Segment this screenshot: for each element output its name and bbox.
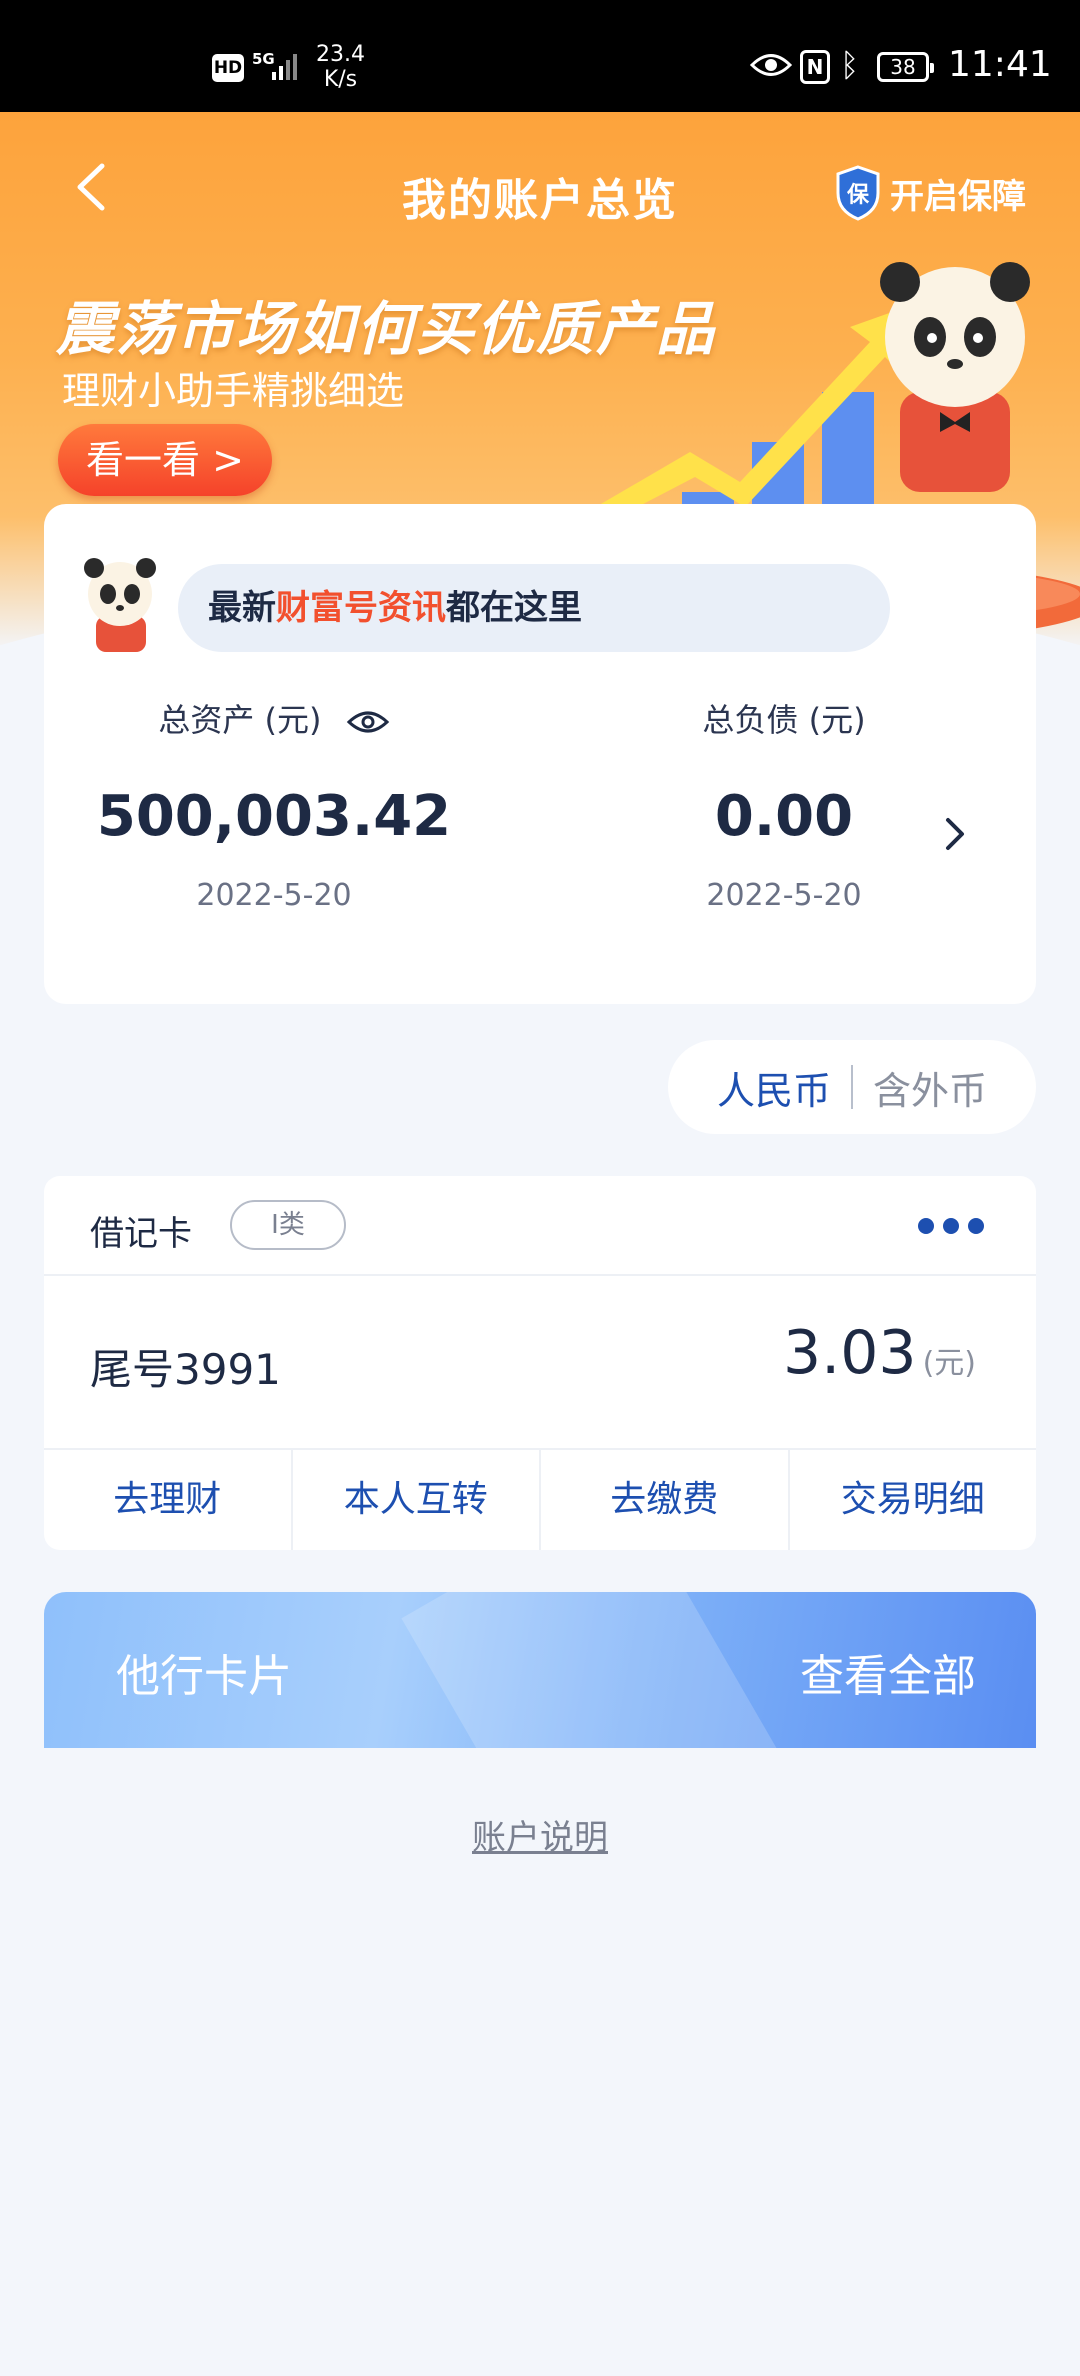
self-transfer-button[interactable]: 本人互转	[293, 1450, 541, 1550]
network-speed: 23.4 K/s	[316, 42, 365, 92]
transaction-details-button[interactable]: 交易明细	[790, 1450, 1037, 1550]
total-debt: 总负债 (元) 0.00 2022-5-20	[574, 700, 994, 913]
currency-fx-tab[interactable]: 含外币	[873, 1060, 987, 1115]
more-icon[interactable]	[916, 1216, 986, 1236]
total-assets-date: 2022-5-20	[196, 878, 352, 913]
view-all-button[interactable]: 查看全部	[800, 1640, 976, 1704]
promo-subtitle: 理财小助手精挑细选	[62, 369, 405, 413]
news-suffix: 都在这里	[446, 588, 582, 628]
card-balance: 3.03 (元)	[783, 1318, 976, 1388]
nfc-icon: N	[800, 50, 830, 84]
total-assets-label-row: 总资产 (元)	[64, 700, 484, 740]
bluetooth-icon: ᛒ	[840, 46, 860, 84]
chevron-right-icon[interactable]	[940, 812, 970, 856]
panda-mascot-illustration	[880, 262, 1030, 492]
total-debt-value: 0.00	[714, 784, 854, 849]
card-tail-number: 尾号3991	[90, 1345, 281, 1394]
total-debt-date: 2022-5-20	[706, 878, 862, 913]
debit-card[interactable]: 借记卡 I类 尾号3991 3.03 (元) 去理财 本人互转 去缴费 交易明细	[44, 1176, 1036, 1550]
debit-card-header: 借记卡 I类	[44, 1176, 1036, 1276]
svg-text:保: 保	[846, 183, 870, 208]
news-row[interactable]: 最新财富号资讯都在这里	[74, 554, 934, 652]
news-highlight: 财富号资讯	[276, 588, 446, 628]
other-bank-cards[interactable]: 他行卡片 查看全部	[44, 1592, 1036, 1748]
panda-avatar-icon	[84, 558, 156, 652]
news-prefix: 最新	[208, 588, 276, 628]
news-banner[interactable]: 最新财富号资讯都在这里	[178, 564, 890, 652]
other-cards-title: 他行卡片	[116, 1651, 292, 1702]
protect-label: 开启保障	[890, 176, 1026, 217]
currency-rmb-tab[interactable]: 人民币	[717, 1060, 831, 1115]
pay-bills-button[interactable]: 去缴费	[541, 1450, 790, 1550]
card-actions: 去理财 本人互转 去缴费 交易明细	[44, 1448, 1036, 1550]
eye-comfort-icon	[750, 54, 792, 76]
signal-icon	[272, 54, 297, 80]
enable-protection-button[interactable]: 保 开启保障	[834, 164, 1026, 222]
hd-icon: HD	[212, 54, 244, 82]
look-button[interactable]: 看一看 >	[58, 424, 272, 496]
clock: 11:41	[948, 44, 1052, 85]
invest-button[interactable]: 去理财	[44, 1450, 293, 1550]
shield-icon: 保	[836, 165, 880, 221]
card-balance-amount: 3.03	[782, 1318, 917, 1388]
currency-divider	[851, 1065, 853, 1109]
total-assets-value: 500,003.42	[96, 784, 452, 849]
currency-toggle: 人民币 含外币	[668, 1040, 1036, 1134]
eye-icon[interactable]	[346, 707, 390, 737]
status-bar: HD 5G 23.4 K/s N ᛒ 38 11:41	[0, 0, 1080, 112]
card-tier-badge: I类	[230, 1200, 346, 1250]
total-assets: 总资产 (元) 500,003.42 2022-5-20	[64, 700, 484, 913]
account-note-link[interactable]: 账户说明	[0, 1810, 1080, 1859]
total-debt-label: 总负债 (元)	[702, 701, 866, 739]
card-type: 借记卡	[90, 1214, 192, 1254]
asset-summary-card: 最新财富号资讯都在这里 总资产 (元) 500,003.42 2022-5-20…	[44, 504, 1036, 1004]
battery-icon: 38	[877, 52, 934, 82]
card-balance-unit: (元)	[922, 1346, 976, 1381]
promo-title: 震荡市场如何买优质产品	[56, 295, 717, 363]
total-assets-label: 总资产 (元)	[158, 701, 322, 739]
